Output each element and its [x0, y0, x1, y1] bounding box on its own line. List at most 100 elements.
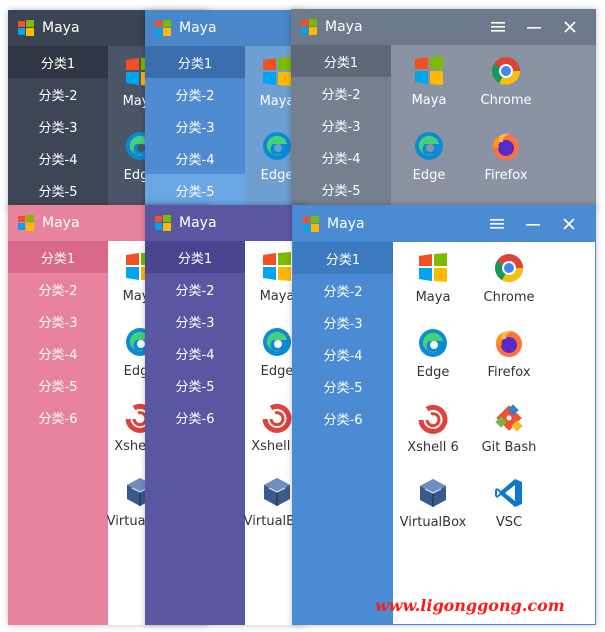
nav-item-4[interactable]: 分类-4 [8, 142, 108, 174]
window-blue: Maya 分类1 分类-2 分类-3 分类-4 分类-5 Maya Edge [145, 10, 305, 210]
window-title: Maya [42, 215, 80, 231]
nav-item-4[interactable]: 分类-4 [145, 142, 245, 174]
sidebar: 分类1 分类-2 分类-3 分类-4 分类-5 分类-6 [145, 241, 245, 625]
app-label: Edge [416, 365, 450, 380]
title-bar[interactable]: Maya [145, 205, 305, 241]
window-controls [479, 210, 587, 238]
nav-item-3[interactable]: 分类-3 [291, 109, 391, 141]
title-bar[interactable]: Maya [145, 10, 305, 46]
nav-item-2[interactable]: 分类-2 [293, 274, 393, 306]
nav-item-2[interactable]: 分类-2 [8, 78, 108, 110]
chrome-icon [495, 254, 523, 282]
app-grid: Maya Chrome Edge Firefox [391, 45, 596, 209]
windows-logo-icon [155, 20, 171, 36]
nav-item-3[interactable]: 分类-3 [8, 110, 108, 142]
close-icon[interactable] [552, 13, 588, 41]
sidebar: 分类1 分类-2 分类-3 分类-4 分类-5 分类-6 [8, 241, 108, 625]
virtualbox-icon [420, 479, 446, 507]
nav-item-1[interactable]: 分类1 [291, 45, 391, 77]
app-tile-vsc[interactable]: VSC [471, 477, 547, 530]
nav-item-5[interactable]: 分类-5 [8, 174, 108, 206]
window-indigo: Maya 分类1 分类-2 分类-3 分类-4 分类-5 分类-6 Maya E… [145, 205, 305, 625]
menu-icon[interactable] [480, 13, 516, 41]
title-bar[interactable]: Maya [293, 206, 595, 242]
app-label: Firefox [487, 365, 531, 380]
app-tile-edge[interactable]: Edge [391, 130, 467, 183]
windows-logo-icon [155, 215, 171, 231]
window-title: Maya [179, 215, 217, 231]
windows-logo-icon [18, 20, 34, 36]
nav-item-3[interactable]: 分类-3 [145, 305, 245, 337]
close-icon[interactable] [551, 210, 587, 238]
nav-item-4[interactable]: 分类-4 [291, 141, 391, 173]
windows-logo-icon [301, 19, 317, 35]
nav-item-5[interactable]: 分类-5 [145, 369, 245, 401]
app-label: VSC [495, 515, 523, 530]
nav-item-5[interactable]: 分类-5 [293, 370, 393, 402]
watermark-text: www.ligonggong.com [375, 596, 565, 615]
windows-logo-icon [303, 216, 319, 232]
app-tile-git-bash[interactable]: Git Bash [471, 402, 547, 455]
edge-icon [263, 132, 291, 160]
app-tile-firefox[interactable]: Firefox [471, 327, 547, 380]
window-controls [480, 13, 588, 41]
maya-icon [263, 57, 291, 86]
nav-item-1[interactable]: 分类1 [145, 241, 245, 273]
window-gray: Maya 分类1 分类-2 分类-3 分类-4 分类-5 Maya Chrome… [291, 9, 596, 209]
nav-item-2[interactable]: 分类-2 [145, 273, 245, 305]
app-tile-chrome[interactable]: Chrome [468, 55, 544, 108]
nav-item-6[interactable]: 分类-6 [8, 401, 108, 433]
window-front: Maya 分类1 分类-2 分类-3 分类-4 分类-5 分类-6 Maya C… [292, 205, 596, 625]
window-title: Maya [327, 216, 365, 232]
maya-icon [263, 252, 291, 281]
app-label: VirtualBox [399, 515, 467, 530]
nav-item-4[interactable]: 分类-4 [8, 337, 108, 369]
nav-item-6[interactable]: 分类-6 [293, 402, 393, 434]
app-label: Maya [415, 290, 451, 305]
menu-icon[interactable] [479, 210, 515, 238]
edge-icon [263, 328, 291, 356]
nav-item-1[interactable]: 分类1 [145, 46, 245, 78]
nav-item-2[interactable]: 分类-2 [8, 273, 108, 305]
firefox-icon [496, 330, 522, 357]
app-label: Maya [411, 93, 447, 108]
chrome-icon [492, 57, 520, 85]
nav-item-3[interactable]: 分类-3 [293, 306, 393, 338]
maya-icon [419, 253, 447, 282]
git-bash-icon [495, 404, 523, 432]
app-label: Chrome [480, 93, 532, 108]
nav-item-1[interactable]: 分类1 [8, 241, 108, 273]
minimize-icon[interactable] [516, 13, 552, 41]
nav-item-3[interactable]: 分类-3 [8, 305, 108, 337]
nav-item-1[interactable]: 分类1 [8, 46, 108, 78]
nav-item-1[interactable]: 分类1 [293, 242, 393, 274]
nav-item-5[interactable]: 分类-5 [145, 174, 245, 206]
app-tile-virtualbox[interactable]: VirtualBox [395, 477, 471, 530]
nav-item-4[interactable]: 分类-4 [145, 337, 245, 369]
virtualbox-icon [264, 478, 290, 506]
nav-item-2[interactable]: 分类-2 [291, 77, 391, 109]
app-tile-maya[interactable]: Maya [395, 252, 471, 305]
app-tile-xshell[interactable]: Xshell 6 [395, 402, 471, 455]
windows-logo-icon [18, 215, 34, 231]
nav-item-3[interactable]: 分类-3 [145, 110, 245, 142]
vscode-icon [495, 479, 522, 507]
nav-item-5[interactable]: 分类-5 [291, 173, 391, 205]
nav-item-6[interactable]: 分类-6 [145, 401, 245, 433]
app-tile-firefox[interactable]: Firefox [468, 130, 544, 183]
sidebar: 分类1 分类-2 分类-3 分类-4 分类-5 分类-6 [293, 242, 393, 624]
nav-item-4[interactable]: 分类-4 [293, 338, 393, 370]
nav-item-2[interactable]: 分类-2 [145, 78, 245, 110]
title-bar[interactable]: Maya [291, 9, 596, 45]
app-tile-edge[interactable]: Edge [395, 327, 471, 380]
xshell-icon [418, 404, 448, 434]
app-label: Edge [412, 168, 446, 183]
xshell-icon [262, 403, 292, 433]
sidebar: 分类1 分类-2 分类-3 分类-4 分类-5 [145, 46, 245, 210]
edge-icon [415, 132, 443, 160]
app-tile-chrome[interactable]: Chrome [471, 252, 547, 305]
minimize-icon[interactable] [515, 210, 551, 238]
app-tile-maya[interactable]: Maya [391, 55, 467, 108]
nav-item-5[interactable]: 分类-5 [8, 369, 108, 401]
window-title: Maya [42, 20, 80, 36]
